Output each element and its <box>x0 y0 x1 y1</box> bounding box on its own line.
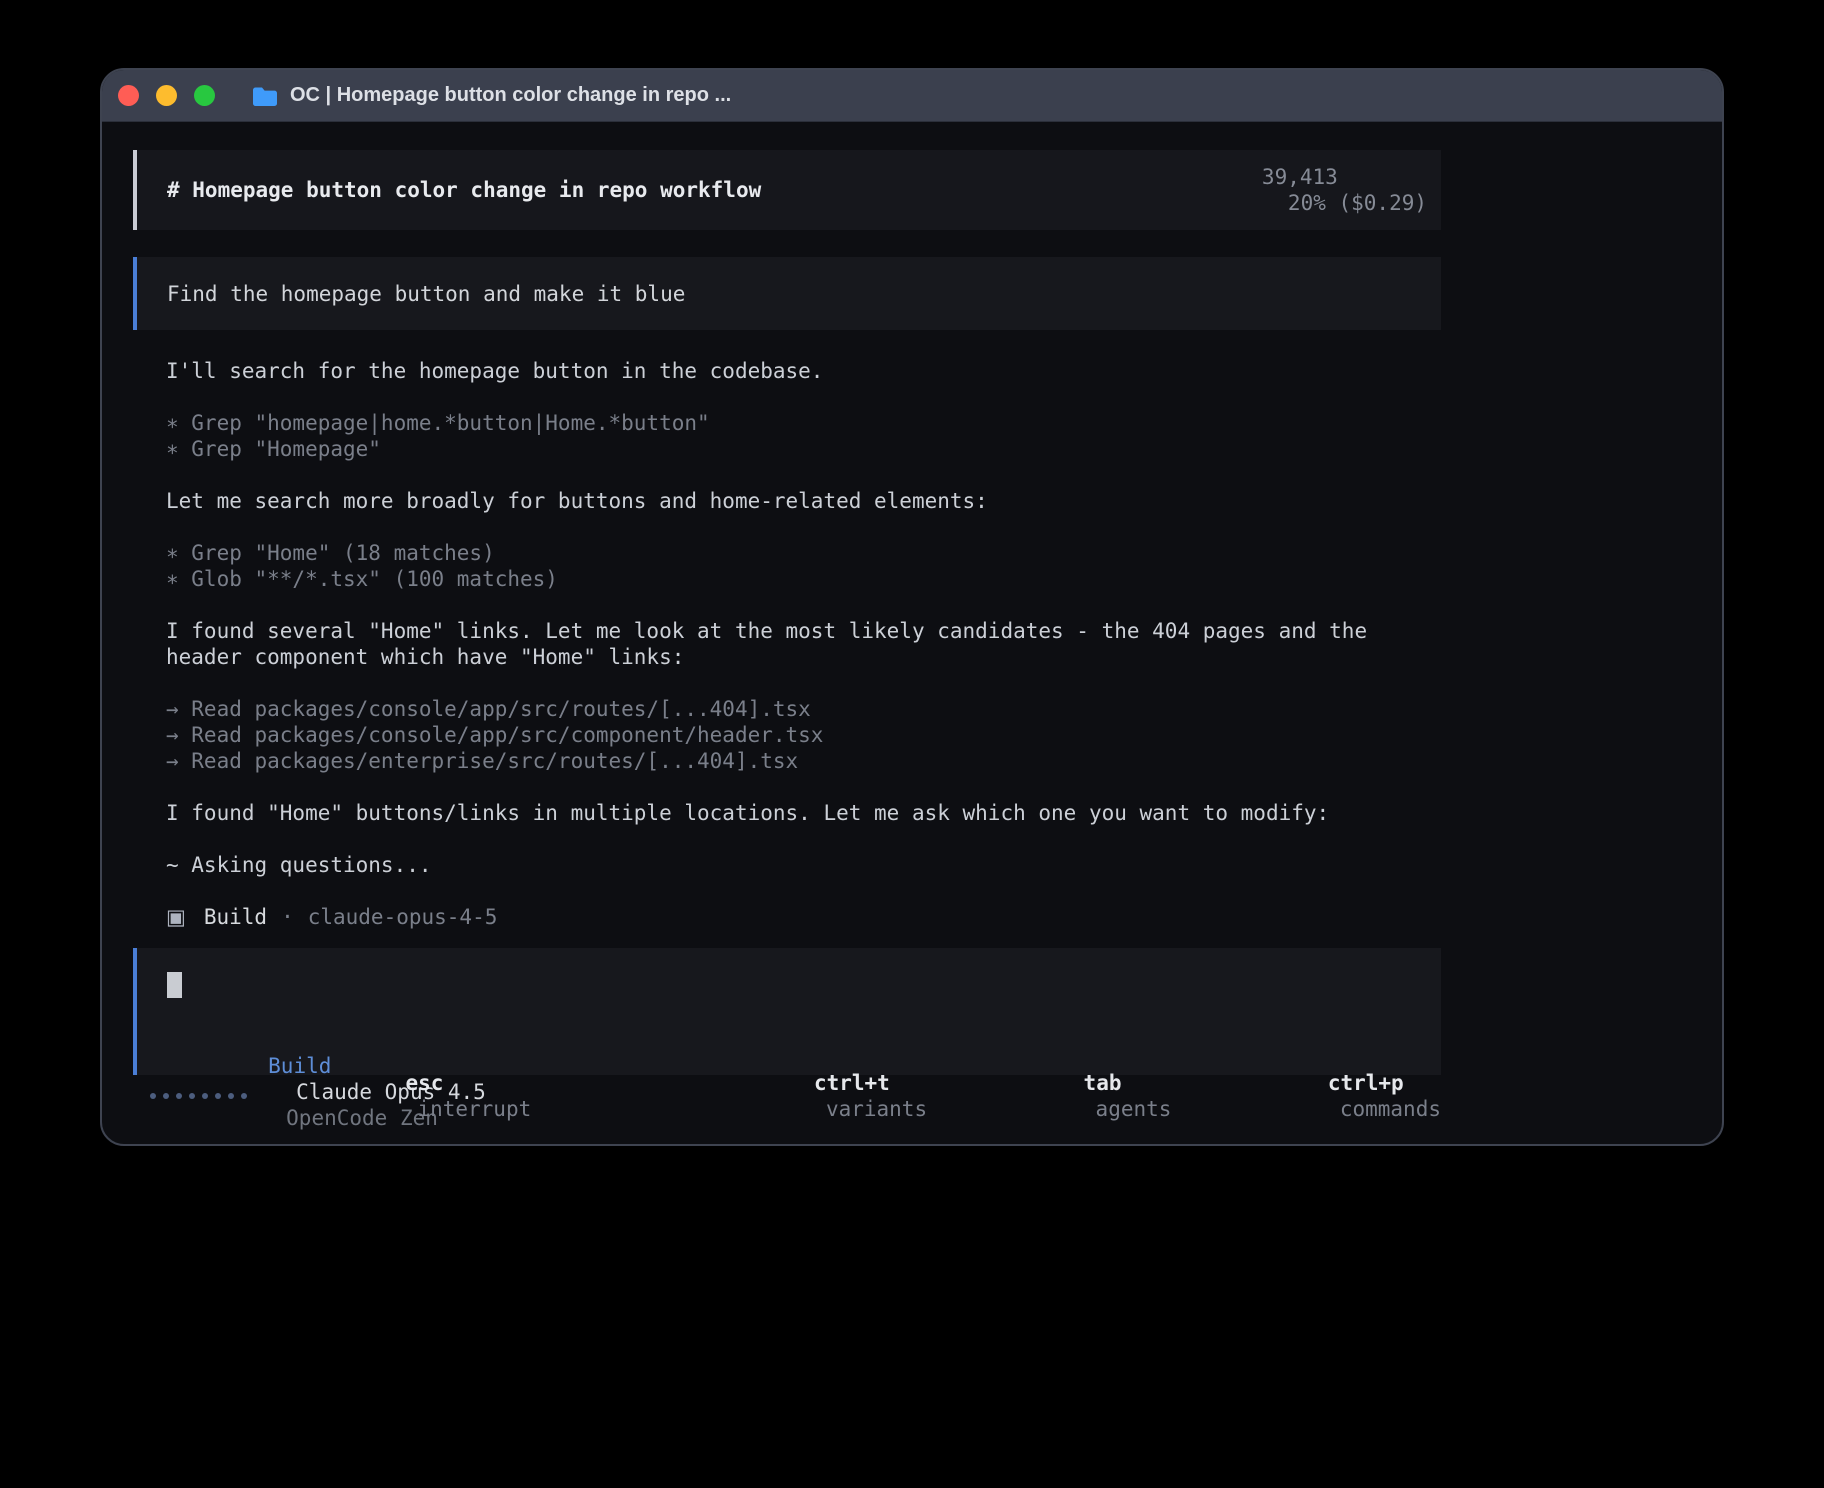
agents-label: agents <box>1096 1097 1172 1121</box>
session-stats: 39,413 20% ($0.29) <box>1161 138 1427 242</box>
assistant-text: I found "Home" buttons/links in multiple… <box>166 800 1406 826</box>
tab-key: tab <box>1084 1071 1122 1095</box>
tool-call-read: → Read packages/console/app/src/routes/[… <box>166 696 1406 722</box>
tool-call-read: → Read packages/console/app/src/componen… <box>166 722 1406 748</box>
spinner-icon <box>150 1093 254 1099</box>
interrupt-label: interrupt <box>417 1097 531 1121</box>
variants-label: variants <box>826 1097 927 1121</box>
user-message: Find the homepage button and make it blu… <box>133 257 1441 330</box>
agent-icon: ▣ <box>166 904 186 930</box>
close-button[interactable] <box>118 85 139 106</box>
session-title: # Homepage button color change in repo w… <box>167 177 761 203</box>
interrupt-hint: esc interrupt <box>279 1044 531 1146</box>
window-titlebar[interactable]: OC | Homepage button color change in rep… <box>102 70 1722 122</box>
minimize-button[interactable] <box>156 85 177 106</box>
terminal-window: OC | Homepage button color change in rep… <box>100 68 1724 1146</box>
agent-row: ▣ Build · claude-opus-4-5 <box>166 904 1722 930</box>
token-count: 39,413 <box>1262 165 1338 189</box>
agent-separator: · <box>281 904 294 930</box>
tool-call-grep: ∗ Grep "Home" (18 matches) <box>166 540 1406 566</box>
user-message-text: Find the homepage button and make it blu… <box>167 281 685 307</box>
ctrl-t-key: ctrl+t <box>814 1071 890 1095</box>
agent-name: Build <box>204 904 267 930</box>
context-usage: 20% ($0.29) <box>1288 191 1427 215</box>
commands-label: commands <box>1340 1097 1441 1121</box>
assistant-text: Let me search more broadly for buttons a… <box>166 488 1406 514</box>
text-cursor-icon <box>167 972 182 998</box>
variants-hint: ctrl+t variants <box>688 1044 928 1146</box>
agent-model: claude-opus-4-5 <box>308 904 498 930</box>
terminal-content: # Homepage button color change in repo w… <box>102 122 1722 1109</box>
session-header: # Homepage button color change in repo w… <box>133 150 1441 230</box>
assistant-text: I'll search for the homepage button in t… <box>166 358 1406 384</box>
conversation: I'll search for the homepage button in t… <box>166 358 1406 878</box>
tool-call-read: → Read packages/enterprise/src/routes/[.… <box>166 748 1406 774</box>
esc-key: esc <box>405 1071 443 1095</box>
commands-hint: ctrl+p commands <box>1201 1044 1441 1146</box>
assistant-text: I found several "Home" links. Let me loo… <box>166 618 1406 670</box>
folder-icon <box>252 86 278 106</box>
status-bar: esc interrupt ctrl+t variants tab agents… <box>133 1083 1441 1109</box>
tool-call-grep: ∗ Grep "Homepage" <box>166 436 1406 462</box>
ctrl-p-key: ctrl+p <box>1328 1071 1404 1095</box>
tool-call-glob: ∗ Glob "**/*.tsx" (100 matches) <box>166 566 1406 592</box>
agents-hint: tab agents <box>957 1044 1171 1146</box>
asking-questions-status: ~ Asking questions... <box>166 852 1406 878</box>
zoom-button[interactable] <box>194 85 215 106</box>
window-title: OC | Homepage button color change in rep… <box>290 84 731 107</box>
tool-call-grep: ∗ Grep "homepage|home.*button|Home.*butt… <box>166 410 1406 436</box>
